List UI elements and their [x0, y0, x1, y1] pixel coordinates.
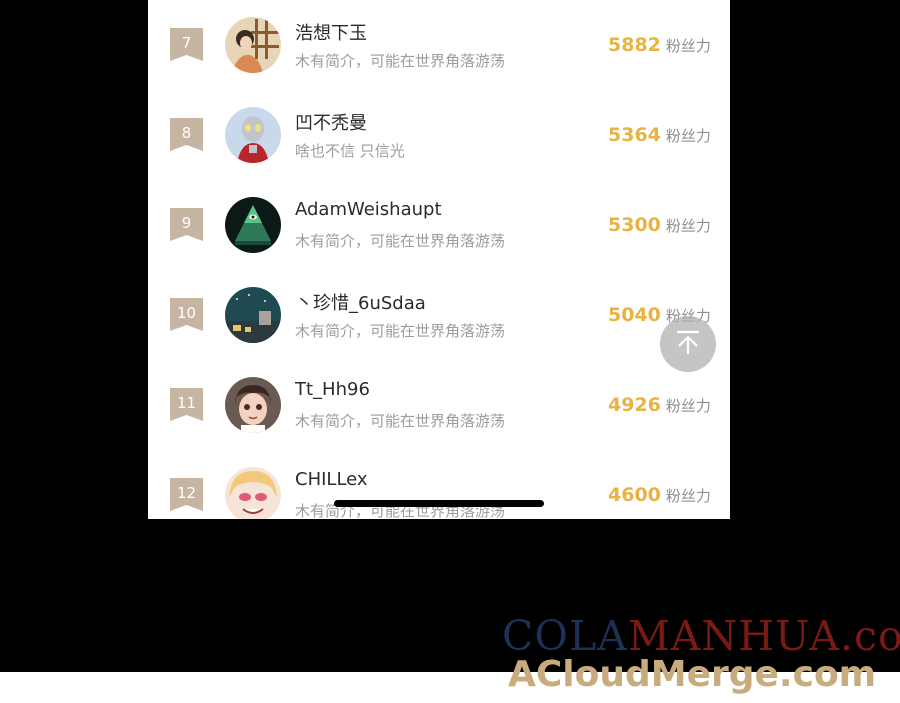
- fan-power-score: 4600 粉丝力: [608, 484, 711, 506]
- score-unit: 粉丝力: [665, 37, 711, 55]
- avatar[interactable]: [225, 467, 281, 519]
- score-unit: 粉丝力: [665, 397, 711, 415]
- user-bio: 木有简介，可能在世界角落游荡: [295, 232, 506, 250]
- rank-badge: 8: [170, 118, 203, 151]
- rank-number: 11: [176, 393, 197, 412]
- rank-number: 9: [181, 213, 192, 232]
- score-value: 5364: [608, 124, 661, 146]
- ranking-row[interactable]: 7 浩想下玉 木有简介，可能在世界角落游荡 5882 粉丝力: [148, 0, 730, 90]
- watermark-acloudmerge: ACloudMerge.com: [508, 654, 877, 695]
- rank-number: 10: [176, 303, 197, 322]
- user-bio: 木有简介，可能在世界角落游荡: [295, 52, 506, 70]
- rank-number: 12: [176, 483, 197, 502]
- score-unit: 粉丝力: [665, 217, 711, 235]
- fan-power-score: 4926 粉丝力: [608, 394, 711, 416]
- fan-power-score: 5364 粉丝力: [608, 124, 711, 146]
- score-unit: 粉丝力: [665, 127, 711, 145]
- fan-power-score: 5300 粉丝力: [608, 214, 711, 236]
- avatar[interactable]: [225, 107, 281, 163]
- rank-badge: 9: [170, 208, 203, 241]
- score-value: 5300: [608, 214, 661, 236]
- username[interactable]: AdamWeishaupt: [295, 199, 442, 220]
- watermark-part2: MANHUA.com: [627, 612, 900, 660]
- username[interactable]: Tt_Hh96: [295, 379, 370, 400]
- username[interactable]: 凹不秃曼: [295, 109, 367, 135]
- rank-number: 7: [181, 33, 192, 52]
- username[interactable]: 浩想下玉: [295, 19, 367, 45]
- home-indicator[interactable]: [334, 500, 544, 507]
- fans-ranking-list: 7 浩想下玉 木有简介，可能在世界角落游荡 5882 粉丝力 8 凹不秃曼 啥也…: [148, 0, 730, 519]
- rank-badge: 11: [170, 388, 203, 421]
- username[interactable]: 丶珍惜_6uSdaa: [295, 289, 426, 315]
- rank-badge: 12: [170, 478, 203, 511]
- avatar[interactable]: [225, 287, 281, 343]
- user-bio: 木有简介，可能在世界角落游荡: [295, 322, 506, 340]
- rank-badge: 10: [170, 298, 203, 331]
- watermark-part1: COLA: [502, 612, 628, 660]
- avatar[interactable]: [225, 197, 281, 253]
- avatar[interactable]: [225, 17, 281, 73]
- score-unit: 粉丝力: [665, 487, 711, 505]
- ranking-row[interactable]: 9 AdamWeishaupt 木有简介，可能在世界角落游荡 5300 粉丝力: [148, 180, 730, 270]
- ranking-row[interactable]: 11 Tt_Hh96 木有简介，可能在世界角落游荡 4926 粉丝力: [148, 360, 730, 450]
- scroll-to-top-button[interactable]: [660, 316, 716, 372]
- username[interactable]: CHILLex: [295, 469, 368, 490]
- user-bio: 木有简介，可能在世界角落游荡: [295, 412, 506, 430]
- watermark-manhua: COLAMANHUA.com: [502, 612, 900, 660]
- score-value: 4600: [608, 484, 661, 506]
- user-bio: 啥也不信 只信光: [295, 142, 405, 160]
- score-value: 5040: [608, 304, 661, 326]
- score-value: 4926: [608, 394, 661, 416]
- ranking-row[interactable]: 12 CHILLex 木有简介，可能在世界角落游荡 4600 粉丝力: [148, 450, 730, 519]
- rank-badge: 7: [170, 28, 203, 61]
- arrow-up-to-top-icon: [673, 327, 703, 361]
- fan-power-score: 5882 粉丝力: [608, 34, 711, 56]
- ranking-row[interactable]: 10 丶珍惜_6uSdaa 木有简介，可能在世界角落游荡 5040粉丝力: [148, 270, 730, 360]
- rank-number: 8: [181, 123, 192, 142]
- ranking-row[interactable]: 8 凹不秃曼 啥也不信 只信光 5364 粉丝力: [148, 90, 730, 180]
- avatar[interactable]: [225, 377, 281, 433]
- score-value: 5882: [608, 34, 661, 56]
